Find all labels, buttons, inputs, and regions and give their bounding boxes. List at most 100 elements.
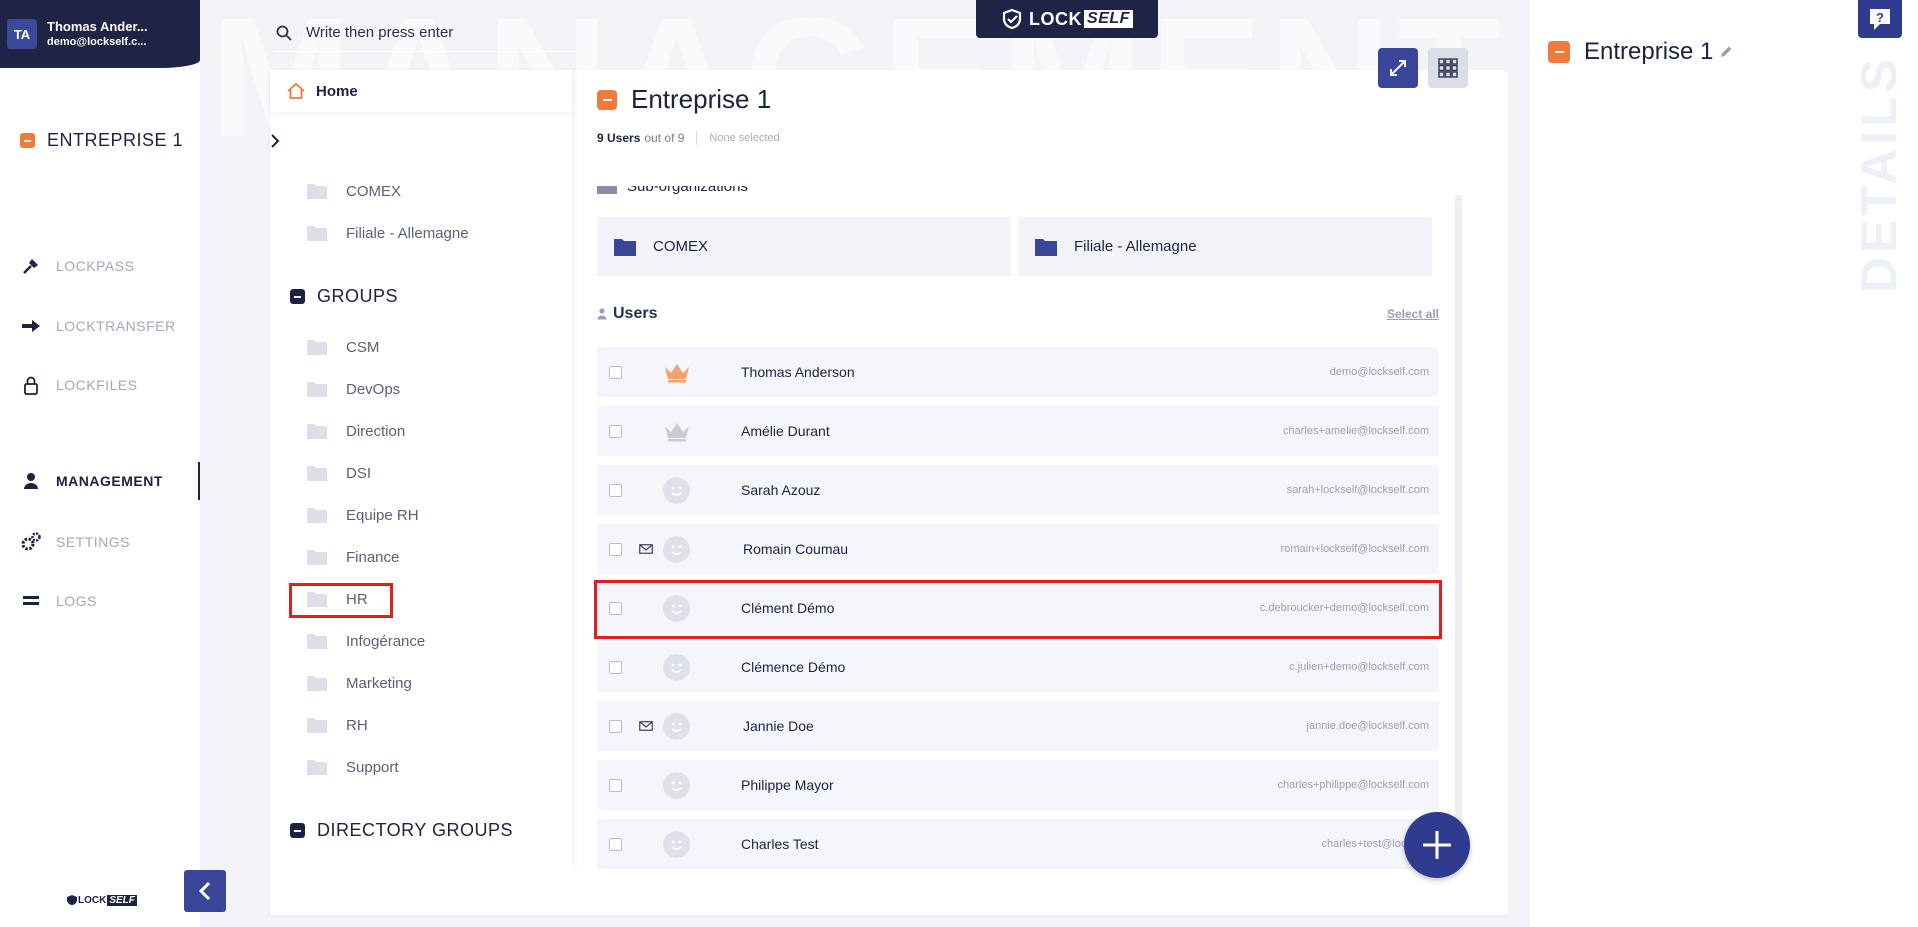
user-count-rest: out of 9 (644, 131, 685, 145)
user-row[interactable]: Charles Test charles+test@lockself (597, 819, 1439, 869)
user-row[interactable]: Jannie Doe jannie.doe@lockself.com (597, 701, 1439, 751)
user-row[interactable]: Clémence Démo c.julien+demo@lockself.com (597, 642, 1439, 692)
nav-item-settings[interactable]: SETTINGS (10, 523, 200, 561)
user-avatar-icon (663, 830, 690, 858)
tree-item-label: Filiale - Allemagne (346, 224, 469, 242)
nav-label-lockfiles: LOCKFILES (56, 377, 138, 393)
svg-text:?: ? (1876, 10, 1884, 25)
folder-icon (614, 238, 636, 256)
tree-item-group[interactable]: RH (306, 708, 368, 742)
tree-org-title[interactable]: ENTREPRISE 1 (20, 130, 183, 151)
row-checkbox[interactable] (609, 424, 622, 438)
folder-icon (307, 508, 327, 523)
pencil-icon[interactable] (1719, 45, 1733, 59)
tree-directory-label: DIRECTORY GROUPS (317, 820, 514, 840)
select-all-link[interactable]: Select all (1387, 307, 1439, 321)
folder-icon (307, 184, 327, 199)
tree-item-group[interactable]: Finance (306, 540, 399, 574)
search-bar[interactable]: Write then press enter (276, 14, 576, 52)
key-icon (20, 256, 42, 276)
user-row[interactable]: Amélie Durant charles+amelie@lockself.com (597, 406, 1439, 456)
suborg-card-comex[interactable]: COMEX (597, 217, 1011, 276)
tree-item-comex[interactable]: COMEX (306, 174, 401, 208)
user-row[interactable]: Philippe Mayor charles+philippe@lockself.… (597, 760, 1439, 810)
user-email-cell: jannie.doe@lockself.com (1306, 720, 1429, 732)
nav-item-management[interactable]: MANAGEMENT (10, 462, 200, 500)
tree-item-group[interactable]: Marketing (306, 666, 412, 700)
tree-item-group[interactable]: Direction (306, 414, 405, 448)
row-checkbox[interactable] (609, 660, 622, 674)
user-avatar-icon (663, 712, 690, 740)
nav-label-logs: LOGS (56, 593, 97, 609)
collapse-icon (20, 133, 35, 148)
tree-item-group[interactable]: Equipe RH (306, 498, 419, 532)
tree-groups-title[interactable]: GROUPS (290, 286, 398, 307)
user-count: 9 Users out of 9 None selected (597, 131, 780, 145)
nav-item-lockpass[interactable]: LOCKPASS (10, 247, 200, 285)
brand-logo-self: SELF (1084, 10, 1133, 28)
org-square-icon (1548, 41, 1570, 63)
nav-item-locktransfer[interactable]: LOCKTRANSFER (10, 307, 200, 345)
row-checkbox[interactable] (609, 778, 622, 792)
user-row[interactable]: Romain Coumau romain+lockself@lockself.co… (597, 524, 1439, 574)
nav-item-logs[interactable]: LOGS (10, 582, 200, 620)
tree-item-label: Support (346, 758, 399, 776)
user-row[interactable]: Sarah Azouz sarah+lockself@lockself.com (597, 465, 1439, 515)
tree-home-label: Home (316, 82, 358, 100)
chevron-right-icon[interactable] (270, 133, 280, 154)
user-name-cell: Philippe Mayor (741, 777, 834, 793)
help-button[interactable]: ? (1858, 0, 1902, 38)
tree-item-label: CSM (346, 338, 380, 356)
user-name-cell: Sarah Azouz (741, 482, 821, 498)
user-avatar-icon (663, 771, 690, 799)
add-button[interactable] (1404, 812, 1470, 878)
lock-icon (20, 375, 42, 395)
user-avatar-icon (663, 653, 690, 681)
tree-item-group[interactable]: CSM (306, 330, 379, 364)
nav-label-management: MANAGEMENT (56, 473, 163, 489)
row-checkbox[interactable] (609, 365, 622, 379)
tree-item-group[interactable]: DevOps (306, 372, 400, 406)
user-row[interactable]: Thomas Anderson demo@lockself.com (597, 347, 1439, 397)
folder-icon (307, 424, 327, 439)
folder-icon (307, 718, 327, 733)
collapse-icon (290, 289, 305, 304)
tree-item-group[interactable]: DSI (306, 456, 371, 490)
gears-icon (20, 532, 42, 552)
row-checkbox[interactable] (609, 542, 622, 556)
user-name-cell: Clémence Démo (741, 659, 846, 675)
expand-button[interactable] (1378, 48, 1418, 88)
user-icon (20, 472, 42, 490)
row-checkbox[interactable] (609, 837, 622, 851)
grid-view-button[interactable] (1428, 48, 1468, 88)
user-header[interactable]: TA Thomas Ander... demo@lockself.c... (0, 0, 200, 68)
user-email-cell: c.julien+demo@lockself.com (1289, 661, 1429, 673)
users-heading: Users Select all (597, 305, 1439, 323)
tree-item-group[interactable]: Infogérance (306, 624, 425, 658)
crown-icon (665, 364, 689, 383)
tree-home[interactable]: Home (270, 70, 572, 112)
collapse-sidebar-button[interactable] (184, 870, 226, 912)
user-email-cell: sarah+lockself@lockself.com (1286, 484, 1429, 496)
suborg-card-filiale[interactable]: Filiale - Allemagne (1018, 217, 1432, 276)
row-checkbox[interactable] (609, 719, 622, 733)
shield-icon (67, 895, 77, 905)
row-checkbox[interactable] (609, 483, 622, 497)
tree-groups-label: GROUPS (317, 286, 399, 306)
tree-item-filiale[interactable]: Filiale - Allemagne (306, 216, 469, 250)
user-name-cell: Romain Coumau (743, 541, 849, 557)
folder-icon (307, 226, 327, 241)
grid-icon (1438, 58, 1458, 78)
tree-item-group[interactable]: Support (306, 750, 399, 784)
tree-directory-title[interactable]: DIRECTORY GROUPS (290, 820, 513, 841)
suborg-label: Filiale - Allemagne (1074, 238, 1197, 255)
search-input[interactable]: Write then press enter (306, 24, 453, 41)
folder-icon (307, 676, 327, 691)
nav-label-lockpass: LOCKPASS (56, 258, 135, 274)
home-icon (287, 82, 305, 99)
nav-item-lockfiles[interactable]: LOCKFILES (10, 366, 200, 404)
search-icon (276, 25, 292, 41)
scrollbar[interactable] (1455, 195, 1462, 865)
tree-item-label: COMEX (346, 182, 402, 200)
user-name-cell: Thomas Anderson (741, 364, 855, 380)
